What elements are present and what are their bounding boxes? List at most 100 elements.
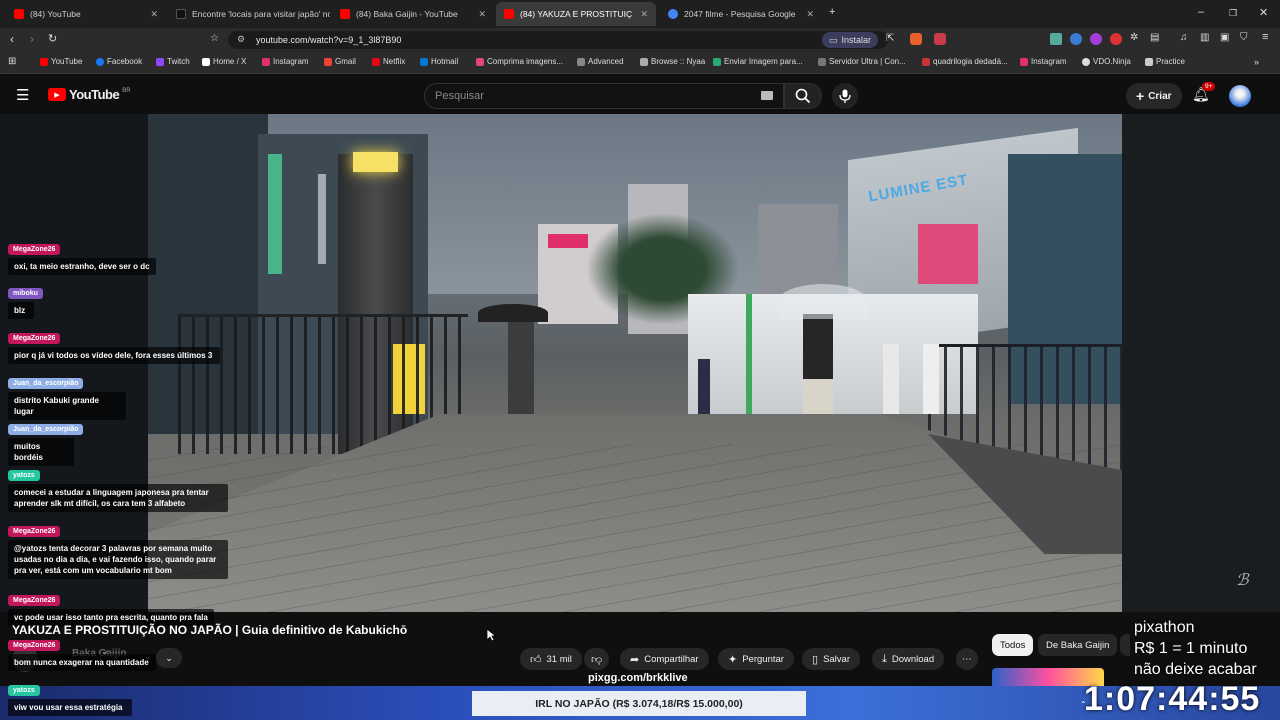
chat-text: blz (8, 302, 34, 319)
bookmark-facebook[interactable]: Facebook (96, 57, 142, 66)
tab-search-icon[interactable]: ▤ (1150, 32, 1159, 43)
media-icon[interactable]: ♫ (1180, 32, 1188, 43)
bookmark-netflix[interactable]: Netflix (372, 57, 405, 66)
chip-from-channel[interactable]: De Baka Gaijin (1038, 634, 1118, 656)
hamburger-menu-icon[interactable]: ☰ (16, 86, 29, 104)
more-actions-button[interactable]: ⋯ (956, 648, 978, 670)
bookmark-hotmail[interactable]: Hotmail (420, 57, 458, 66)
bookmark-compress[interactable]: Comprima imagens... (476, 57, 563, 66)
bookmark-quadrilogia[interactable]: quadrilogia dedadá... (922, 57, 1008, 66)
bookmark-nyaa[interactable]: Browse :: Nyaa (640, 57, 705, 66)
close-tab-icon[interactable]: ✕ (640, 9, 648, 20)
twitch-icon (156, 57, 164, 66)
page-icon (1145, 57, 1153, 66)
new-tab-icon[interactable]: + (829, 6, 835, 18)
chip-partial[interactable] (1120, 634, 1130, 656)
instagram-icon (262, 57, 270, 66)
url-field[interactable]: ⚙ youtube.com/watch?v=9_1_3l87B90 (228, 31, 888, 49)
like-count: 31 mil (546, 653, 572, 665)
rewards-icon[interactable] (934, 33, 946, 45)
close-tab-icon[interactable]: ✕ (150, 9, 158, 20)
youtube-play-logo-icon: ▶ (48, 88, 66, 101)
microphone-icon (839, 89, 851, 103)
bookmark-star-icon[interactable]: ☆ (210, 33, 219, 44)
keyboard-icon[interactable] (761, 91, 773, 100)
page-icon (922, 57, 930, 66)
tab-active-video[interactable]: (84) YAKUZA E PROSTITUIÇÃO ✕ (496, 2, 656, 26)
bookmark-instagram[interactable]: Instagram (262, 57, 309, 66)
more-bookmarks-icon[interactable]: » (1254, 57, 1259, 67)
create-label: Criar (1148, 90, 1172, 102)
notification-count-badge: 9+ (1202, 82, 1216, 91)
tab-baka-gaijin[interactable]: (84) Baka Gaijin - YouTube ✕ (332, 2, 494, 26)
ask-label: Perguntar (742, 653, 784, 665)
extension-icon[interactable] (1050, 33, 1062, 45)
create-button[interactable]: + Criar (1126, 83, 1182, 109)
bookmark-label: YouTube (51, 57, 83, 66)
notifications-button[interactable]: 🔔︎ 9+ (1192, 82, 1216, 104)
channel-watermark-icon[interactable]: ℬ (1236, 570, 1249, 590)
puzzle-icon[interactable]: ✲ (1130, 32, 1138, 43)
video-lantern (353, 152, 398, 172)
ask-button[interactable]: ✦ Perguntar (718, 648, 794, 670)
avatar[interactable] (1229, 85, 1251, 107)
x-icon (202, 57, 210, 66)
tab-youtube[interactable]: (84) YouTube ✕ (6, 2, 166, 26)
tab-google-search[interactable]: 2047 filme - Pesquisa Google ✕ (660, 2, 822, 26)
wallet-icon[interactable]: ▣ (1220, 32, 1229, 43)
youtube-favicon-icon (504, 9, 514, 19)
video-neon-sign (268, 154, 282, 274)
chip-all[interactable]: Todos (992, 634, 1034, 656)
install-app-button[interactable]: ▭ Instalar (822, 32, 879, 48)
video-player[interactable]: LUMINE EST (148, 114, 1122, 612)
chat-message: yatozs comecei a estudar a linguagem jap… (8, 470, 228, 512)
minimize-icon[interactable]: – (1198, 6, 1204, 18)
restore-icon[interactable]: ❐ (1229, 8, 1237, 19)
save-button[interactable]: ▯ Salvar (802, 648, 860, 670)
forward-icon[interactable]: › (30, 32, 34, 46)
facebook-icon (96, 57, 104, 66)
extension-icon[interactable] (1110, 33, 1122, 45)
apps-grid-icon[interactable]: ⊞ (8, 56, 16, 67)
video-person (923, 344, 939, 414)
video-letterbox-right (1122, 114, 1280, 612)
brave-shield-icon[interactable] (910, 33, 922, 45)
bookmark-practice[interactable]: Practice (1145, 57, 1185, 66)
window-close-icon[interactable]: ✕ (1259, 6, 1268, 19)
extension-icon[interactable] (1090, 33, 1102, 45)
search-button[interactable] (784, 83, 822, 109)
menu-icon[interactable]: ≡ (1262, 31, 1268, 43)
netflix-icon (372, 57, 380, 66)
bookmark-advanced[interactable]: Advanced (577, 57, 624, 66)
share-arrow-icon: ➦ (630, 653, 640, 666)
search-input[interactable]: Pesquisar (424, 83, 784, 109)
bookmark-server[interactable]: Servidor Ultra | Con... (818, 57, 906, 66)
share-button[interactable]: ➦ Compartilhar (620, 648, 709, 670)
bookmark-label: Gmail (335, 57, 356, 66)
search-placeholder: Pesquisar (435, 90, 484, 102)
bookmark-twitch[interactable]: Twitch (156, 57, 190, 66)
download-button[interactable]: ⤓ Download (872, 648, 945, 670)
site-info-icon[interactable]: ⚙ (237, 34, 245, 45)
bookmark-vdo-ninja[interactable]: VDO.Ninja (1082, 57, 1131, 66)
share-page-icon[interactable]: ⇱ (886, 33, 894, 44)
reload-icon[interactable]: ↻ (48, 32, 57, 45)
bookmark-youtube[interactable]: YouTube (40, 57, 82, 66)
bookmark-gmail[interactable]: Gmail (324, 57, 356, 66)
dislike-button[interactable]: 👎︎ (584, 648, 610, 670)
close-tab-icon[interactable]: ✕ (806, 9, 814, 20)
voice-search-button[interactable] (832, 83, 858, 109)
close-tab-icon[interactable]: ✕ (478, 9, 486, 20)
bookmark-x[interactable]: Home / X (202, 57, 246, 66)
video-person (698, 359, 710, 419)
back-icon[interactable]: ‹ (10, 32, 14, 46)
youtube-logo[interactable]: ▶ YouTube BR (48, 87, 131, 102)
like-button[interactable]: 👍︎ 31 mil (520, 648, 582, 670)
subscribe-options-button[interactable]: ⌄ (156, 648, 182, 668)
bookmark-upload-image[interactable]: Enviar Imagem para... (713, 57, 803, 66)
vpn-icon[interactable]: ⛉ (1240, 32, 1248, 43)
tab-tiktok-search[interactable]: Encontre 'locais para visitar japão' no … (168, 2, 330, 26)
extension-icon[interactable] (1070, 33, 1082, 45)
sidebar-icon[interactable]: ▥ (1200, 32, 1209, 43)
bookmark-instagram-2[interactable]: Instagram (1020, 57, 1067, 66)
